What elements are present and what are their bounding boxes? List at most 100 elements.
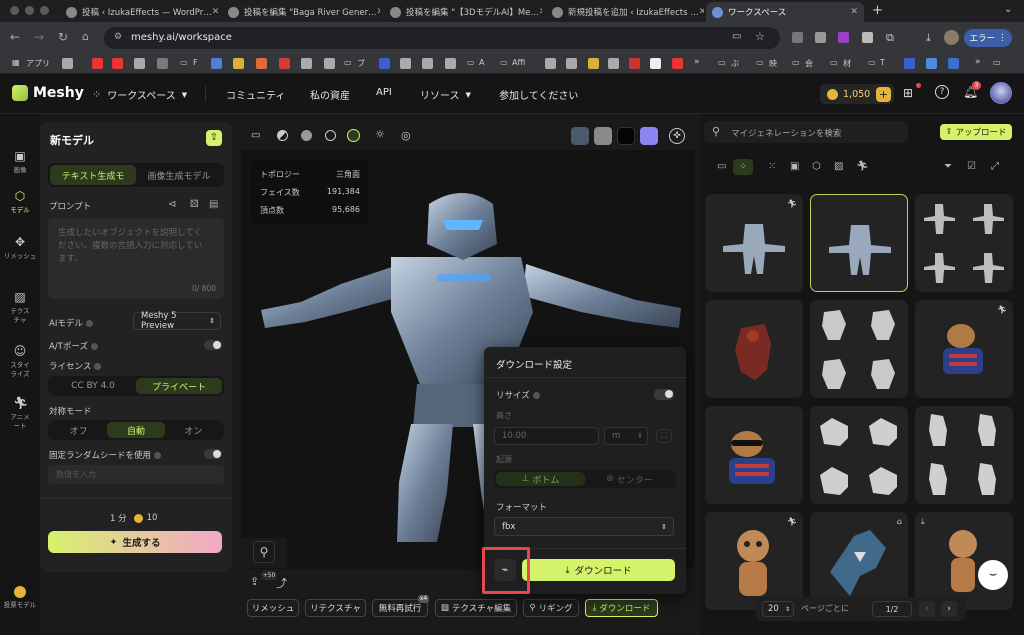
bookmark-icon[interactable]	[134, 58, 145, 69]
rail-item-texture[interactable]: ▨ テクスチャ	[0, 290, 40, 325]
bookmark-icon[interactable]	[256, 58, 267, 69]
prompt-library-icon[interactable]: ▤	[209, 199, 218, 210]
globe-icon[interactable]: ◎	[401, 129, 411, 142]
window-close-dot[interactable]	[10, 6, 19, 15]
help-icon[interactable]: ?	[935, 85, 949, 99]
fit-icon[interactable]: ⛶	[656, 429, 672, 443]
list-view-icon[interactable]: ⁙	[768, 161, 776, 172]
resize-toggle[interactable]	[654, 389, 674, 400]
prev-page-icon[interactable]: ‹	[919, 601, 935, 617]
bg-swatch-black[interactable]	[617, 127, 635, 145]
bookmark-icon[interactable]	[324, 58, 335, 69]
eyedropper-icon[interactable]: ✜	[669, 128, 685, 144]
retexture-button[interactable]: リテクスチャ	[305, 599, 366, 617]
bookmark-apps[interactable]: アプリ	[26, 58, 50, 69]
add-credits-icon[interactable]: +	[876, 86, 891, 102]
extension-icon[interactable]	[838, 32, 849, 43]
rail-item-animate[interactable]: 🏃︎ アニメート	[0, 396, 40, 431]
seed-toggle[interactable]	[204, 449, 222, 459]
bookmark-icon[interactable]	[62, 58, 73, 69]
format-select[interactable]: fbx ⇕	[494, 517, 674, 536]
nav-api[interactable]: API	[376, 87, 392, 98]
more-bookmarks-icon[interactable]: »	[694, 57, 700, 67]
downloads-icon[interactable]: ⤓	[926, 31, 931, 45]
gallery-card[interactable]	[915, 194, 1013, 292]
browser-tab[interactable]: 投稿を編集 "【3DモデルAI】Me…✕	[384, 2, 542, 22]
youtube-icon[interactable]	[92, 58, 103, 69]
reload-icon[interactable]: ↻	[58, 30, 68, 44]
rail-item-image[interactable]: ▣ 画像	[0, 149, 40, 175]
folder-icon[interactable]: ▭	[180, 58, 188, 67]
rail-item-stylize[interactable]: ☺ スタイライズ	[0, 344, 40, 379]
nav-my-assets[interactable]: 私の資産	[310, 87, 350, 102]
symmetry-on[interactable]: オン	[165, 422, 222, 438]
gallery-card[interactable]	[810, 406, 908, 504]
wire-sphere-icon[interactable]	[325, 130, 336, 141]
animation-filter-icon[interactable]: 🏃︎	[856, 161, 869, 172]
filter-icon[interactable]: ⏷	[944, 161, 952, 172]
rail-item-remesh[interactable]: ✥ リメッシュ	[0, 235, 40, 261]
share-icon[interactable]: ⤴	[276, 575, 287, 591]
expand-icon[interactable]: ⤢	[991, 161, 999, 172]
bg-swatch-purple[interactable]	[640, 127, 658, 145]
license-private[interactable]: プライベート	[136, 378, 222, 394]
tab-list-chevron-icon[interactable]: ⌄	[1004, 4, 1012, 15]
bookmark-folder[interactable]: ブ	[357, 58, 365, 69]
symmetry-auto[interactable]: 自動	[107, 422, 165, 438]
publish-icon[interactable]: ⇪	[250, 575, 259, 588]
close-icon[interactable]: ✕	[699, 7, 704, 17]
gallery-card-selected[interactable]	[810, 194, 908, 292]
light-icon[interactable]: ☼	[375, 128, 385, 141]
gallery-card[interactable]: 🏃︎	[705, 512, 803, 610]
gallery-card[interactable]: 🏃︎	[915, 300, 1013, 398]
bookmark-icon[interactable]	[588, 58, 599, 69]
bookmark-icon[interactable]	[545, 58, 556, 69]
bookmark-folder[interactable]: Affi	[512, 58, 525, 67]
extension-icon[interactable]	[862, 32, 873, 43]
origin-bottom[interactable]: ⊥ ボトム	[496, 472, 585, 486]
puzzle-icon[interactable]: ⧉	[886, 31, 894, 45]
rail-item-vote[interactable]: 投票モデル	[0, 586, 40, 610]
tab-text-to-model[interactable]: テキスト生成モ	[50, 165, 136, 185]
chat-support-icon[interactable]: ⌣	[978, 560, 1008, 590]
bookmark-folder[interactable]: 材	[843, 58, 851, 69]
bookmark-icon[interactable]	[629, 58, 640, 69]
bookmark-icon[interactable]	[904, 58, 915, 69]
folder-icon[interactable]: ▭	[717, 161, 726, 172]
close-icon[interactable]: ✕	[539, 7, 542, 17]
apps-icon[interactable]: ▦	[12, 58, 20, 67]
bookmark-icon[interactable]	[566, 58, 577, 69]
bookmark-icon[interactable]	[608, 58, 619, 69]
download-tab-button[interactable]: ⤓ ダウンロード	[585, 599, 658, 617]
texture-sphere-icon[interactable]	[347, 129, 360, 142]
close-icon[interactable]: ✕	[212, 7, 218, 17]
import-icon[interactable]: ⇪	[206, 130, 222, 146]
home-icon[interactable]: ⌂	[82, 30, 89, 43]
license-cc-by[interactable]: CC BY 4.0	[50, 378, 136, 394]
install-app-icon[interactable]: ▭	[732, 31, 741, 42]
pinterest-icon[interactable]	[279, 58, 290, 69]
prompt-textarea[interactable]: 生成したいオブジェクトを説明してください。複数の言語入力に対応しています。 0/…	[48, 218, 224, 299]
prompt-helper-icon[interactable]: ⊲	[168, 199, 176, 210]
bookmark-folder[interactable]: 会	[805, 58, 813, 69]
window-minimize-dot[interactable]	[25, 6, 34, 15]
folder-icon[interactable]: ▭	[344, 58, 352, 67]
address-bar[interactable]: ⚙ meshy.ai/workspace ▭ ☆	[104, 27, 780, 49]
bookmark-icon[interactable]	[948, 58, 959, 69]
close-icon[interactable]: ✕	[850, 7, 858, 17]
ai-model-select[interactable]: Meshy 5 Preview ⇕	[133, 311, 221, 331]
upload-button[interactable]: ⇪ アップロード	[940, 124, 1012, 140]
seed-input[interactable]: 数値を入力	[48, 465, 224, 484]
gallery-card[interactable]: ⌂	[810, 512, 908, 610]
bg-swatch-gray[interactable]	[594, 127, 612, 145]
dice-icon[interactable]: ⚄	[190, 199, 199, 210]
bookmark-icon[interactable]	[379, 58, 390, 69]
rail-item-model[interactable]: ⬡ モデル	[0, 189, 40, 215]
apose-toggle[interactable]	[204, 340, 222, 350]
gallery-card[interactable]	[705, 300, 803, 398]
forward-icon[interactable]: →	[34, 30, 44, 44]
nav-resources[interactable]: リソース ▼	[420, 87, 471, 103]
tab-image-to-model[interactable]: 画像生成モデル	[136, 165, 222, 185]
bookmark-folder[interactable]: F	[193, 58, 198, 67]
youtube-icon[interactable]	[112, 58, 123, 69]
